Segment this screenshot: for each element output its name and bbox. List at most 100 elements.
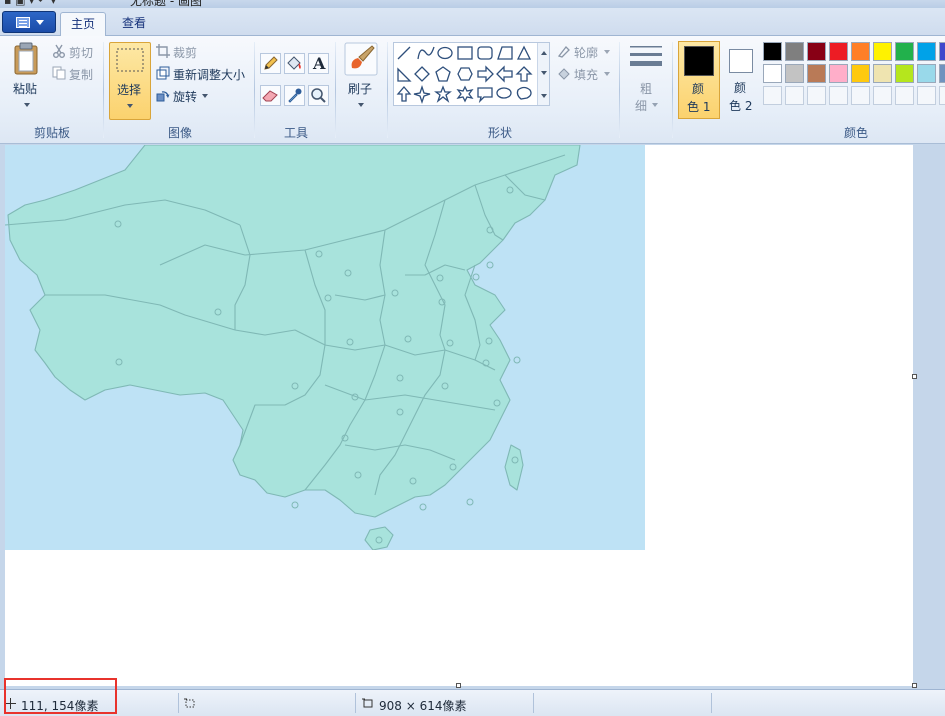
text-tool-icon: A <box>313 54 326 73</box>
custom-color-slot[interactable] <box>763 86 782 105</box>
pencil-tool-button[interactable] <box>260 53 281 74</box>
scissors-icon <box>53 44 65 58</box>
chevron-down-icon[interactable] <box>24 103 30 107</box>
palette-color-swatch[interactable] <box>807 42 826 61</box>
chevron-down-icon[interactable] <box>541 71 547 75</box>
palette-color-swatch[interactable] <box>939 64 945 83</box>
palette-color-swatch[interactable] <box>829 64 848 83</box>
select-rectangle-icon <box>116 48 144 72</box>
color-1-button[interactable]: 颜 色 1 <box>678 41 720 119</box>
canvas-resize-handle-corner[interactable] <box>912 683 917 688</box>
chevron-down-icon[interactable] <box>604 72 610 76</box>
palette-color-swatch[interactable] <box>917 42 936 61</box>
gallery-expand-icon[interactable] <box>541 94 547 98</box>
canvas-resize-handle-right[interactable] <box>912 374 917 379</box>
group-divider <box>254 42 255 138</box>
group-divider <box>619 42 620 138</box>
rotate-button[interactable]: 旋转 <box>173 88 197 105</box>
rotate-icon <box>156 91 170 102</box>
group-divider <box>672 42 673 138</box>
paint-menu-icon <box>16 17 30 28</box>
copy-button[interactable]: 复制 <box>69 66 93 83</box>
cut-button[interactable]: 剪切 <box>69 44 93 61</box>
palette-color-swatch[interactable] <box>895 42 914 61</box>
fill-tool-button[interactable] <box>284 53 305 74</box>
paste-button[interactable]: 粘贴 <box>13 80 37 97</box>
colors-group-label: 颜色 <box>843 126 868 140</box>
drawing-canvas[interactable] <box>5 145 913 686</box>
custom-color-slot[interactable] <box>785 86 804 105</box>
fill-button[interactable]: 填充 <box>574 66 598 83</box>
fill-icon <box>558 68 570 80</box>
tools-group-label: 工具 <box>283 126 308 140</box>
outline-button[interactable]: 轮廓 <box>574 44 598 61</box>
palette-color-swatch[interactable] <box>763 42 782 61</box>
paint-menu-button[interactable] <box>2 11 56 33</box>
text-tool-button[interactable]: A <box>308 53 329 74</box>
ribbon: 粘贴 剪切 复制 剪贴板 选择 裁剪 重新调整大小 旋转 图像 A 工具 刷子 … <box>0 36 945 144</box>
canvas-workspace[interactable] <box>0 145 945 688</box>
chevron-down-icon[interactable] <box>202 94 208 98</box>
chevron-down-icon[interactable] <box>127 104 133 108</box>
brush-icon[interactable] <box>344 42 378 76</box>
paste-icon[interactable] <box>12 42 42 76</box>
custom-color-slot[interactable] <box>851 86 870 105</box>
tab-home[interactable]: 主页 <box>60 12 107 37</box>
crop-button[interactable]: 裁剪 <box>173 44 197 61</box>
chevron-down-icon[interactable] <box>652 103 658 107</box>
eyedropper-icon <box>288 88 302 103</box>
custom-color-slot[interactable] <box>829 86 848 105</box>
image-group-label: 图像 <box>167 126 192 140</box>
resize-button[interactable]: 重新调整大小 <box>173 66 245 83</box>
palette-color-swatch[interactable] <box>851 64 870 83</box>
brushes-button[interactable]: 刷子 <box>348 80 372 97</box>
chevron-down-icon <box>36 20 44 25</box>
color-picker-tool-button[interactable] <box>284 85 305 106</box>
custom-color-slot[interactable] <box>873 86 892 105</box>
palette-color-swatch[interactable] <box>895 64 914 83</box>
line-size-icon[interactable] <box>628 44 664 74</box>
palette-color-swatch[interactable] <box>763 64 782 83</box>
size-label-bottom[interactable]: 细 <box>635 97 647 114</box>
shapes-gallery-icons[interactable] <box>394 43 534 105</box>
color-1-label-top: 颜 <box>692 82 705 96</box>
custom-color-slot[interactable] <box>939 86 945 105</box>
group-divider <box>387 42 388 138</box>
china-map-drawing <box>5 145 581 550</box>
palette-color-swatch[interactable] <box>785 64 804 83</box>
clipboard-group-label: 剪贴板 <box>33 126 70 140</box>
canvas-resize-handle-bottom[interactable] <box>456 683 461 688</box>
palette-color-swatch[interactable] <box>873 64 892 83</box>
palette-color-swatch[interactable] <box>939 42 945 61</box>
palette-color-swatch[interactable] <box>851 42 870 61</box>
status-divider <box>533 693 534 713</box>
palette-color-swatch[interactable] <box>917 64 936 83</box>
color-2-label-bottom: 色 2 <box>729 99 753 113</box>
custom-color-slot[interactable] <box>917 86 936 105</box>
quick-access-toolbar[interactable]: ▪ ▣ ▾ ↶ ▾ <box>4 0 56 7</box>
pencil-icon <box>264 56 278 70</box>
image-size-icon <box>362 698 373 708</box>
color-2-button[interactable]: 颜 色 2 <box>724 41 760 119</box>
shapes-gallery-scrollbar[interactable] <box>537 43 549 105</box>
selection-size-icon <box>184 698 195 708</box>
custom-color-slot[interactable] <box>807 86 826 105</box>
magnifier-tool-button[interactable] <box>308 85 329 106</box>
palette-color-swatch[interactable] <box>807 64 826 83</box>
chevron-up-icon[interactable] <box>541 51 547 55</box>
size-label-top[interactable]: 粗 <box>640 80 652 97</box>
resize-icon <box>156 66 170 80</box>
group-divider <box>103 42 104 138</box>
palette-color-swatch[interactable] <box>873 42 892 61</box>
palette-color-swatch[interactable] <box>829 42 848 61</box>
tab-view[interactable]: 查看 <box>112 12 156 37</box>
color-1-label-bottom: 色 1 <box>687 100 711 114</box>
palette-color-swatch[interactable] <box>785 42 804 61</box>
custom-color-slot[interactable] <box>895 86 914 105</box>
color-2-label-top: 颜 <box>734 81 747 95</box>
annotation-highlight-box <box>4 678 117 714</box>
shapes-gallery <box>393 42 550 106</box>
eraser-tool-button[interactable] <box>260 85 281 106</box>
chevron-down-icon[interactable] <box>358 103 364 107</box>
chevron-down-icon[interactable] <box>604 50 610 54</box>
